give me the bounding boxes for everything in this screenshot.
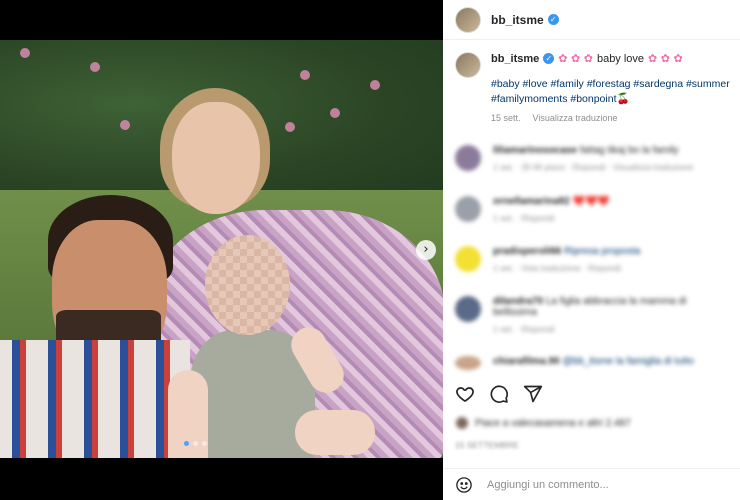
add-comment-bar — [443, 468, 740, 500]
comment-item: liliamarinosocase fattag tikaj bo la fam… — [455, 145, 693, 172]
photo-woman-face — [172, 102, 260, 214]
comment-item: ornellamarina82 ❤️❤️❤️ 1 set. · Rispondi — [455, 196, 610, 223]
flower-emoji-icon: ✿ ✿ ✿ — [558, 52, 593, 65]
photo-man-shirt — [0, 340, 190, 458]
comment-text: ❤️❤️❤️ — [572, 196, 610, 207]
avatar[interactable] — [455, 356, 481, 370]
carousel-dot — [202, 441, 207, 446]
heart-icon[interactable] — [455, 384, 475, 404]
photo-baby-leg — [295, 410, 375, 455]
caption-username[interactable]: bb_itsme — [491, 53, 539, 65]
caption-text: baby love — [596, 52, 645, 65]
photo-flower — [120, 120, 130, 130]
share-icon[interactable] — [523, 384, 543, 404]
avatar[interactable] — [455, 145, 481, 171]
photo-flower — [285, 122, 295, 132]
emoji-icon[interactable] — [455, 476, 473, 494]
avatar[interactable] — [455, 246, 481, 272]
comment-item: chiarafilma.90 @bb_itsme la famiglia di … — [455, 356, 694, 370]
header-username[interactable]: bb_itsme — [491, 13, 544, 27]
avatar[interactable] — [455, 6, 481, 33]
comment-item: pradisperoli66 Ripresa proposta 1 set. ·… — [455, 246, 640, 273]
photo-flower — [300, 70, 310, 80]
carousel-dots — [184, 441, 207, 446]
avatar[interactable] — [455, 52, 481, 78]
chevron-right-icon[interactable]: › — [416, 240, 436, 260]
caption-hashtags[interactable]: #baby #love #family #forestag #sardegna … — [491, 77, 736, 107]
carousel-dot — [193, 441, 198, 446]
avatar — [455, 416, 469, 430]
comment-username[interactable]: dilandra70 — [493, 296, 543, 307]
carousel-dot-active — [184, 441, 189, 446]
post-date: 15 SETTEMBRE — [455, 440, 519, 450]
caption-date: 15 sett. — [491, 113, 521, 123]
comment-meta: 1 set. · Vota traduzione · Rispondi — [493, 263, 622, 273]
liked-by[interactable]: Piace a valecasamena e altri 2.487 — [455, 416, 631, 430]
translate-link[interactable]: Visualizza traduzione — [533, 113, 618, 123]
flower-emoji-icon: ✿ ✿ ✿ — [648, 52, 683, 65]
comment-text: @bb_itsme la famiglia di tutto — [562, 356, 694, 367]
comment-meta: 1 set. · Rispondi — [493, 213, 555, 223]
verified-badge-icon: ✓ — [547, 14, 559, 25]
post-header: bb_itsme ✓ — [443, 0, 740, 40]
comment-item: dilandra70 La figlia abbraccia la mamma … — [455, 296, 733, 334]
avatar[interactable] — [455, 196, 481, 222]
media-area: › — [0, 0, 443, 500]
comment-username[interactable]: ornellamarina82 — [493, 196, 570, 207]
comment-text: Ripresa proposta — [564, 246, 641, 257]
photo-flower — [90, 62, 100, 72]
comment-username[interactable]: chiarafilma.90 — [493, 356, 560, 367]
comment-username[interactable]: liliamarinosocase — [493, 145, 577, 156]
comment-input[interactable] — [487, 478, 717, 491]
photo-flower — [330, 108, 340, 118]
comment-text: fattag tikaj bo la family — [579, 145, 679, 156]
post-photo[interactable] — [0, 40, 443, 458]
verified-badge-icon: ✓ — [543, 53, 555, 64]
photo-flower — [370, 80, 380, 90]
post-caption: bb_itsme ✓ ✿ ✿ ✿ baby love ✿ ✿ ✿ #baby #… — [455, 52, 740, 123]
avatar[interactable] — [455, 296, 481, 322]
photo-baby-face-pixelated — [205, 235, 290, 335]
photo-flower — [20, 48, 30, 58]
comment-icon[interactable] — [489, 384, 509, 404]
comment-meta: 1 set. · Rispondi — [493, 324, 555, 334]
liked-by-text[interactable]: Piace a valecasamena e altri 2.487 — [475, 418, 631, 429]
post-side-panel: bb_itsme ✓ bb_itsme ✓ ✿ ✿ ✿ baby love ✿ … — [443, 0, 740, 500]
comment-meta: 1 set. · 35 Mi piace · Rispondi · Visual… — [493, 162, 694, 172]
post-actions — [455, 384, 543, 404]
comment-username[interactable]: pradisperoli66 — [493, 246, 561, 257]
